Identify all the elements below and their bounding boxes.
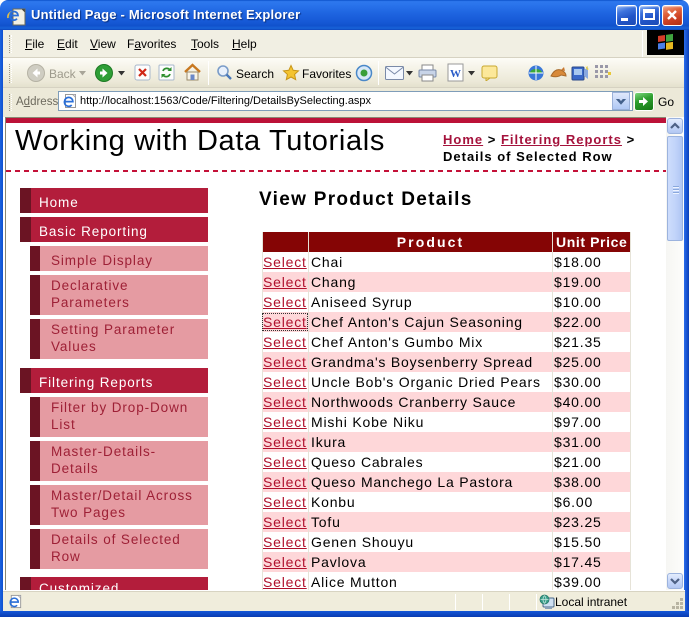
svg-text:W: W [450,68,461,80]
